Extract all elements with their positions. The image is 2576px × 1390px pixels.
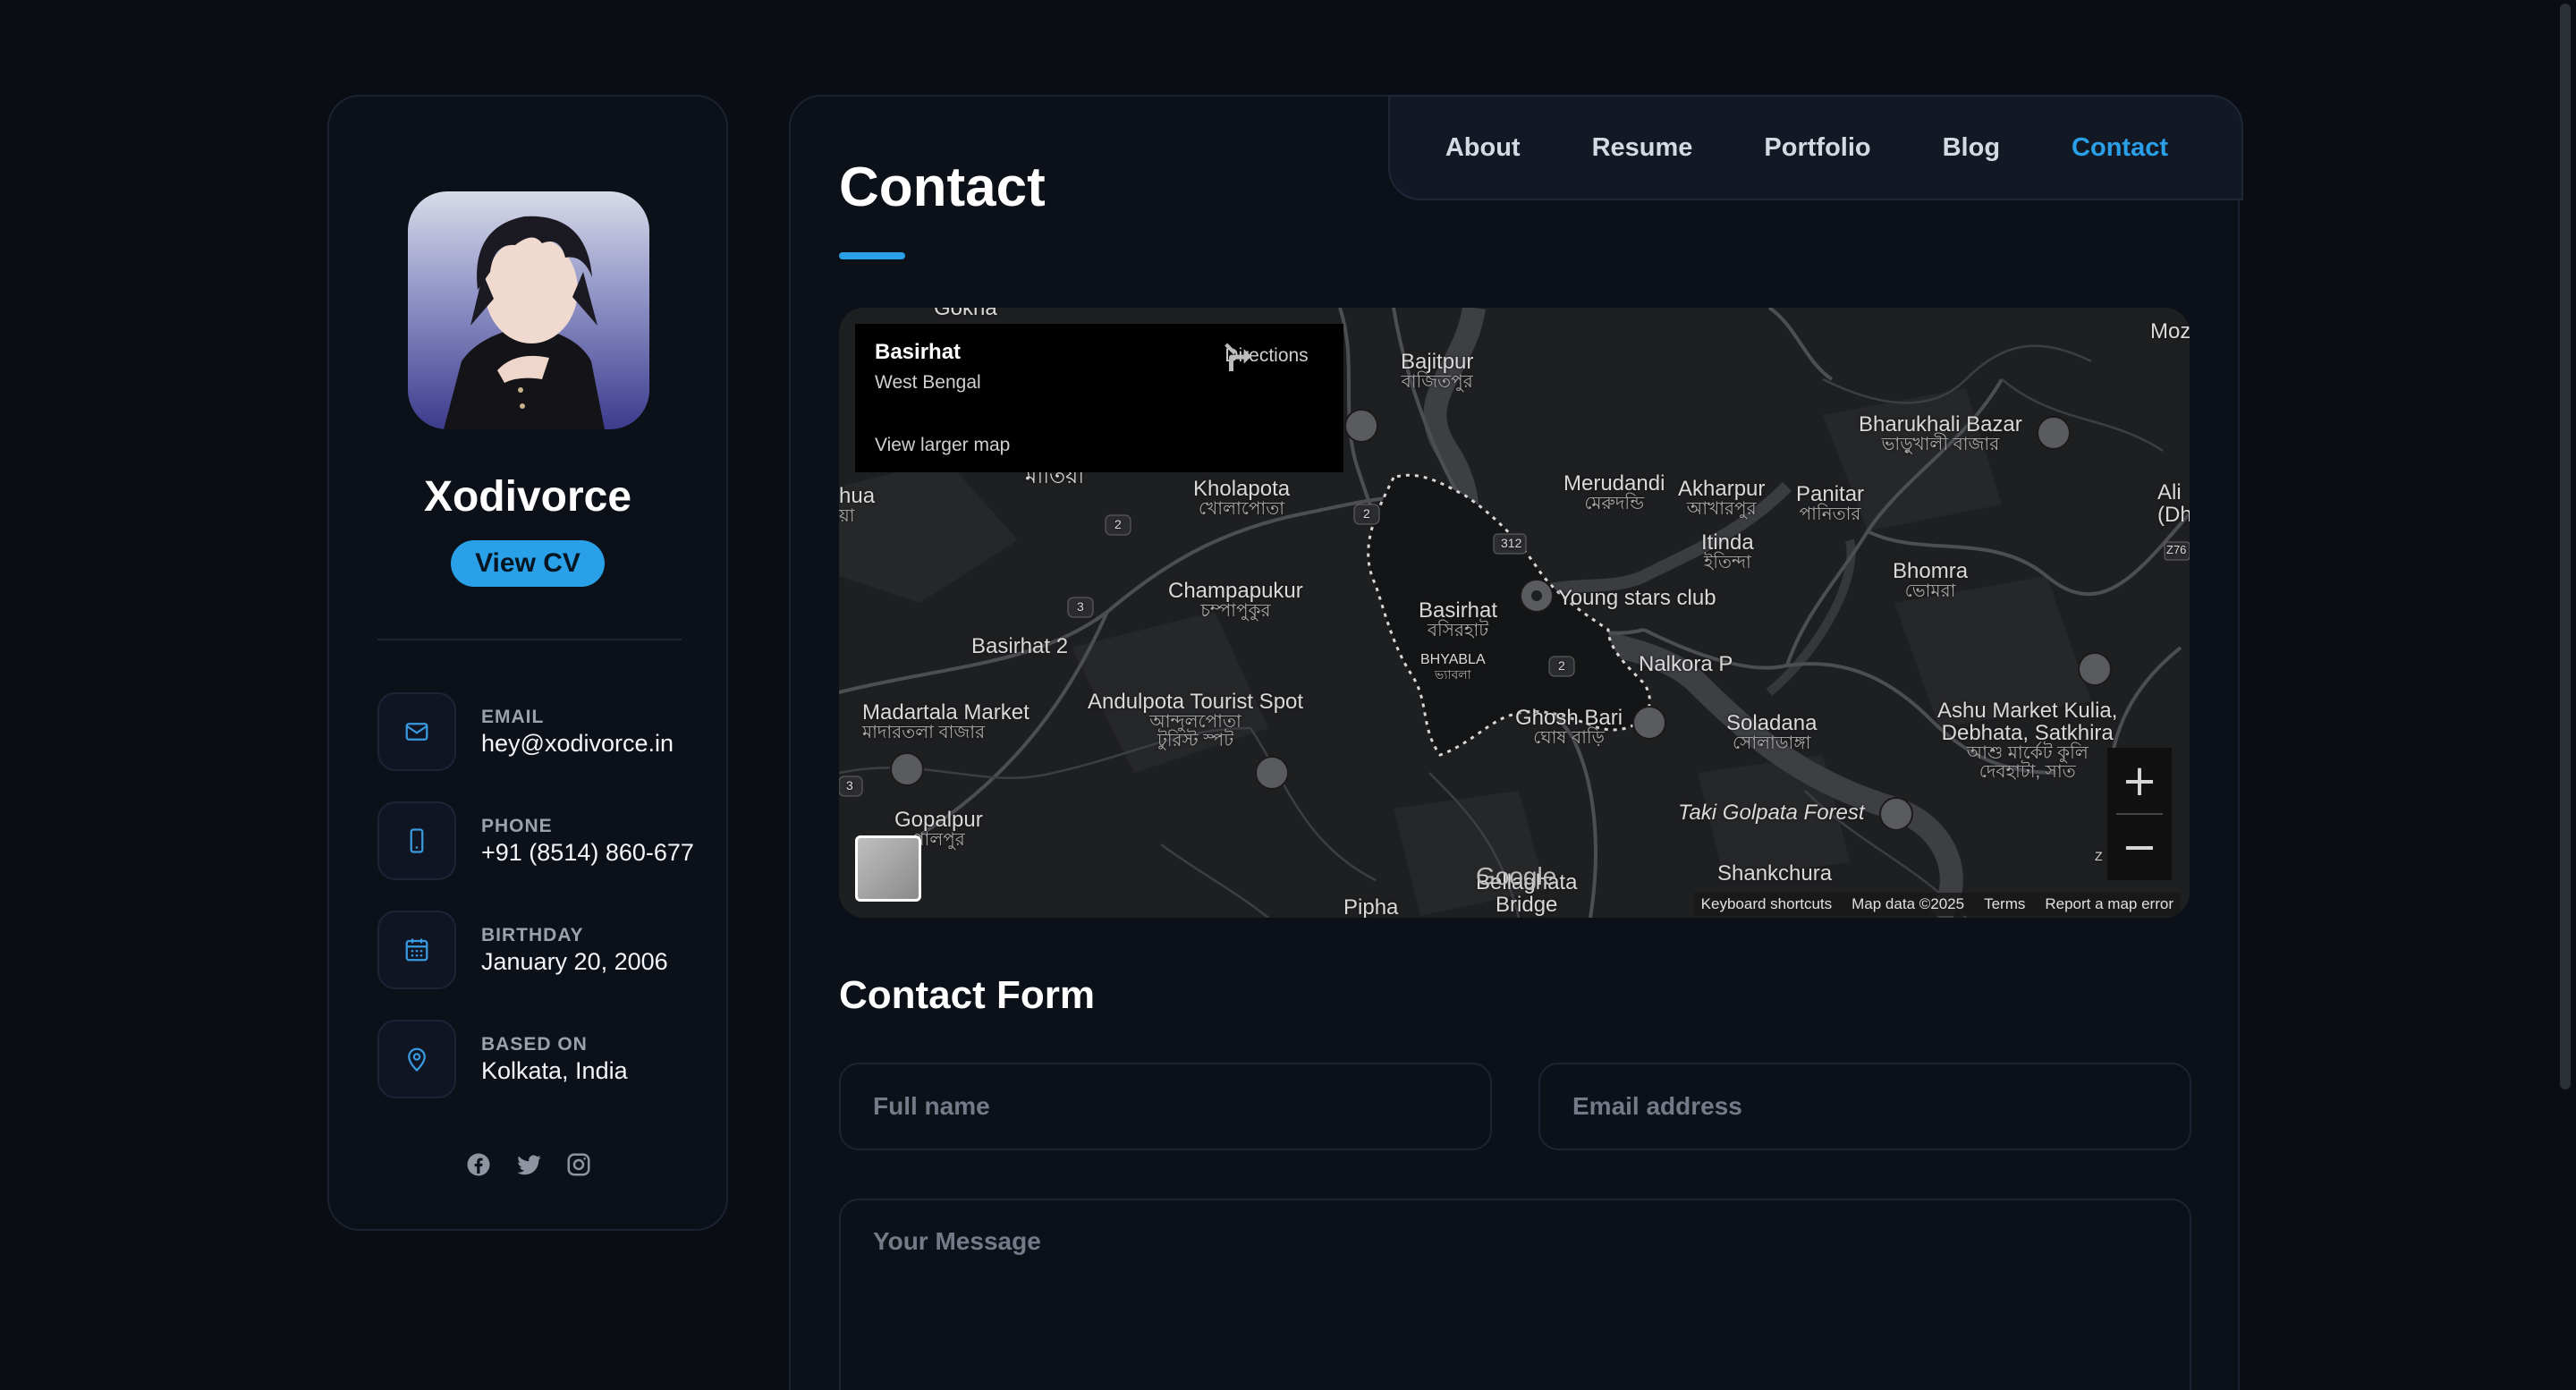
map-road-label: 2 xyxy=(1114,517,1122,531)
map-label: Andulpota Tourist Spot আন্দুলপোতা টুরিস্ট … xyxy=(1088,690,1304,751)
map-label: Moz xyxy=(2150,319,2190,343)
map-label: Nalkora P xyxy=(1639,652,1733,676)
map-embed[interactable]: Gokna Bajitpur বাজিতপুর Moz Bharukhali Ba… xyxy=(839,308,2190,918)
contact-location: BASED ON Kolkata, India xyxy=(377,1020,699,1100)
map-road-label: 3 xyxy=(1077,599,1084,614)
nav-portfolio[interactable]: Portfolio xyxy=(1764,133,1870,163)
nav-about[interactable]: About xyxy=(1445,133,1521,163)
place-region: West Bengal xyxy=(875,372,981,393)
map-label: Itinda ইতিন্দা xyxy=(1701,530,1754,573)
zoom-in-button[interactable]: + xyxy=(2107,748,2172,814)
map-label: Akharpur আখারপুর xyxy=(1678,477,1766,520)
map-label: Bharukhali Bazar ভাড়ুখালী বাজার xyxy=(1859,412,2022,455)
view-cv-button[interactable]: View CV xyxy=(451,540,605,587)
map-label: Bhomra ভোমরা xyxy=(1893,559,1969,602)
phone-value[interactable]: +91 (8514) 860-677 xyxy=(481,839,694,867)
directions-icon xyxy=(1224,343,1251,371)
nav-resume[interactable]: Resume xyxy=(1592,133,1693,163)
title-underline xyxy=(839,252,905,259)
avatar xyxy=(408,191,649,429)
contact-phone: PHONE +91 (8514) 860-677 xyxy=(377,801,699,882)
map-label: Soladana সোলাডাঙ্গা xyxy=(1726,711,1818,754)
directions-button[interactable]: Directions xyxy=(1220,340,1313,371)
birthday-label: BIRTHDAY xyxy=(481,925,584,945)
profile-name: Xodivorce xyxy=(423,473,632,521)
map-label: Kholapota খোলাপোতা xyxy=(1193,477,1291,520)
report-error-link[interactable]: Report a map error xyxy=(2045,895,2174,913)
page-title: Contact xyxy=(839,157,1046,218)
map-road-label: 312 xyxy=(1501,536,1522,550)
map-road-label: Z xyxy=(2095,849,2103,863)
map-label: Ashu Market Kulia, Debhata, Satkhira আশু ম… xyxy=(1937,699,2118,783)
zoom-out-button[interactable]: − xyxy=(2107,814,2172,880)
contact-birthday: BIRTHDAY January 20, 2006 xyxy=(377,911,699,991)
map-label: Basirhat 2 xyxy=(971,634,1069,658)
map-label: Ghosh Bari ঘোষ বাড়ি xyxy=(1515,706,1623,749)
phone-icon xyxy=(377,801,456,880)
birthday-value: January 20, 2006 xyxy=(481,948,668,975)
profile-sidebar: Xodivorce View CV EMAIL hey@xodivorce.in… xyxy=(327,95,728,1231)
map-road-label: Z76 xyxy=(2166,543,2187,556)
message-textarea[interactable] xyxy=(839,1199,2191,1390)
nav-blog[interactable]: Blog xyxy=(1943,133,2000,163)
avatar-illustration xyxy=(444,216,605,429)
map-layer-toggle[interactable] xyxy=(855,835,921,902)
twitter-icon[interactable] xyxy=(513,1149,544,1180)
email-value[interactable]: hey@xodivorce.in xyxy=(481,730,674,758)
terms-link[interactable]: Terms xyxy=(1984,895,2025,913)
map-road-label: 3 xyxy=(846,778,853,792)
phone-label: PHONE xyxy=(481,816,553,836)
calendar-icon xyxy=(377,911,456,989)
map-label: hua য়া xyxy=(839,484,876,527)
map-place-card: Basirhat West Bengal View larger map Dir… xyxy=(855,324,1343,472)
map-label: Merudandi মেরুদন্ডি xyxy=(1563,471,1665,514)
zoom-divider xyxy=(2116,813,2163,815)
contact-form-title: Contact Form xyxy=(839,973,1095,1017)
email-label: EMAIL xyxy=(481,707,545,727)
map-label: Basirhat বসিরহাট xyxy=(1419,598,1498,641)
map-label: Pipha xyxy=(1343,895,1399,918)
navbar: About Resume Portfolio Blog Contact xyxy=(1388,95,2243,200)
map-label: Shankchura xyxy=(1717,861,1833,886)
location-pin-icon xyxy=(377,1020,456,1098)
fullname-input[interactable] xyxy=(839,1063,1492,1150)
email-input[interactable] xyxy=(1538,1063,2191,1150)
map-label: Gokna xyxy=(934,308,997,320)
contact-article: About Resume Portfolio Blog Contact Cont… xyxy=(789,95,2243,1390)
location-label: BASED ON xyxy=(481,1034,588,1055)
view-larger-map-link[interactable]: View larger map xyxy=(875,435,1010,456)
map-label: BHYABLA ভ্যাবলা xyxy=(1420,652,1486,682)
map-label: Champapukur চম্পাপুকুর xyxy=(1168,579,1303,622)
map-label: Madartala Market মাদারতলা বাজার xyxy=(862,700,1030,743)
map-road-label: 2 xyxy=(1363,506,1370,521)
map-attribution: Keyboard shortcuts Map data ©2025 Terms … xyxy=(1693,893,2181,916)
google-logo: Google xyxy=(1476,862,1557,890)
page-scrollbar[interactable] xyxy=(2555,0,2576,1390)
map-data-text: Map data ©2025 xyxy=(1852,895,1965,912)
map-zoom-control: + − xyxy=(2107,748,2172,880)
map-label: Bajitpur বাজিতপুর xyxy=(1401,350,1474,393)
social-links xyxy=(463,1148,594,1181)
map-road-label: 2 xyxy=(1558,658,1565,673)
map-label: Young stars club xyxy=(1558,586,1716,610)
keyboard-shortcuts-link[interactable]: Keyboard shortcuts xyxy=(1701,895,1832,913)
map-label: Taki Golpata Forest xyxy=(1678,801,1865,825)
facebook-icon[interactable] xyxy=(463,1149,494,1180)
scrollbar-thumb[interactable] xyxy=(2560,4,2571,1089)
location-value: Kolkata, India xyxy=(481,1057,628,1084)
sidebar-divider xyxy=(377,639,682,640)
contact-email: EMAIL hey@xodivorce.in xyxy=(377,692,699,773)
nav-contact[interactable]: Contact xyxy=(2072,133,2168,163)
map-label: Ali (Dh xyxy=(2157,480,2190,528)
map-label: Panitar পানিতার xyxy=(1796,482,1865,525)
instagram-icon[interactable] xyxy=(564,1149,594,1180)
mail-icon xyxy=(377,692,456,771)
